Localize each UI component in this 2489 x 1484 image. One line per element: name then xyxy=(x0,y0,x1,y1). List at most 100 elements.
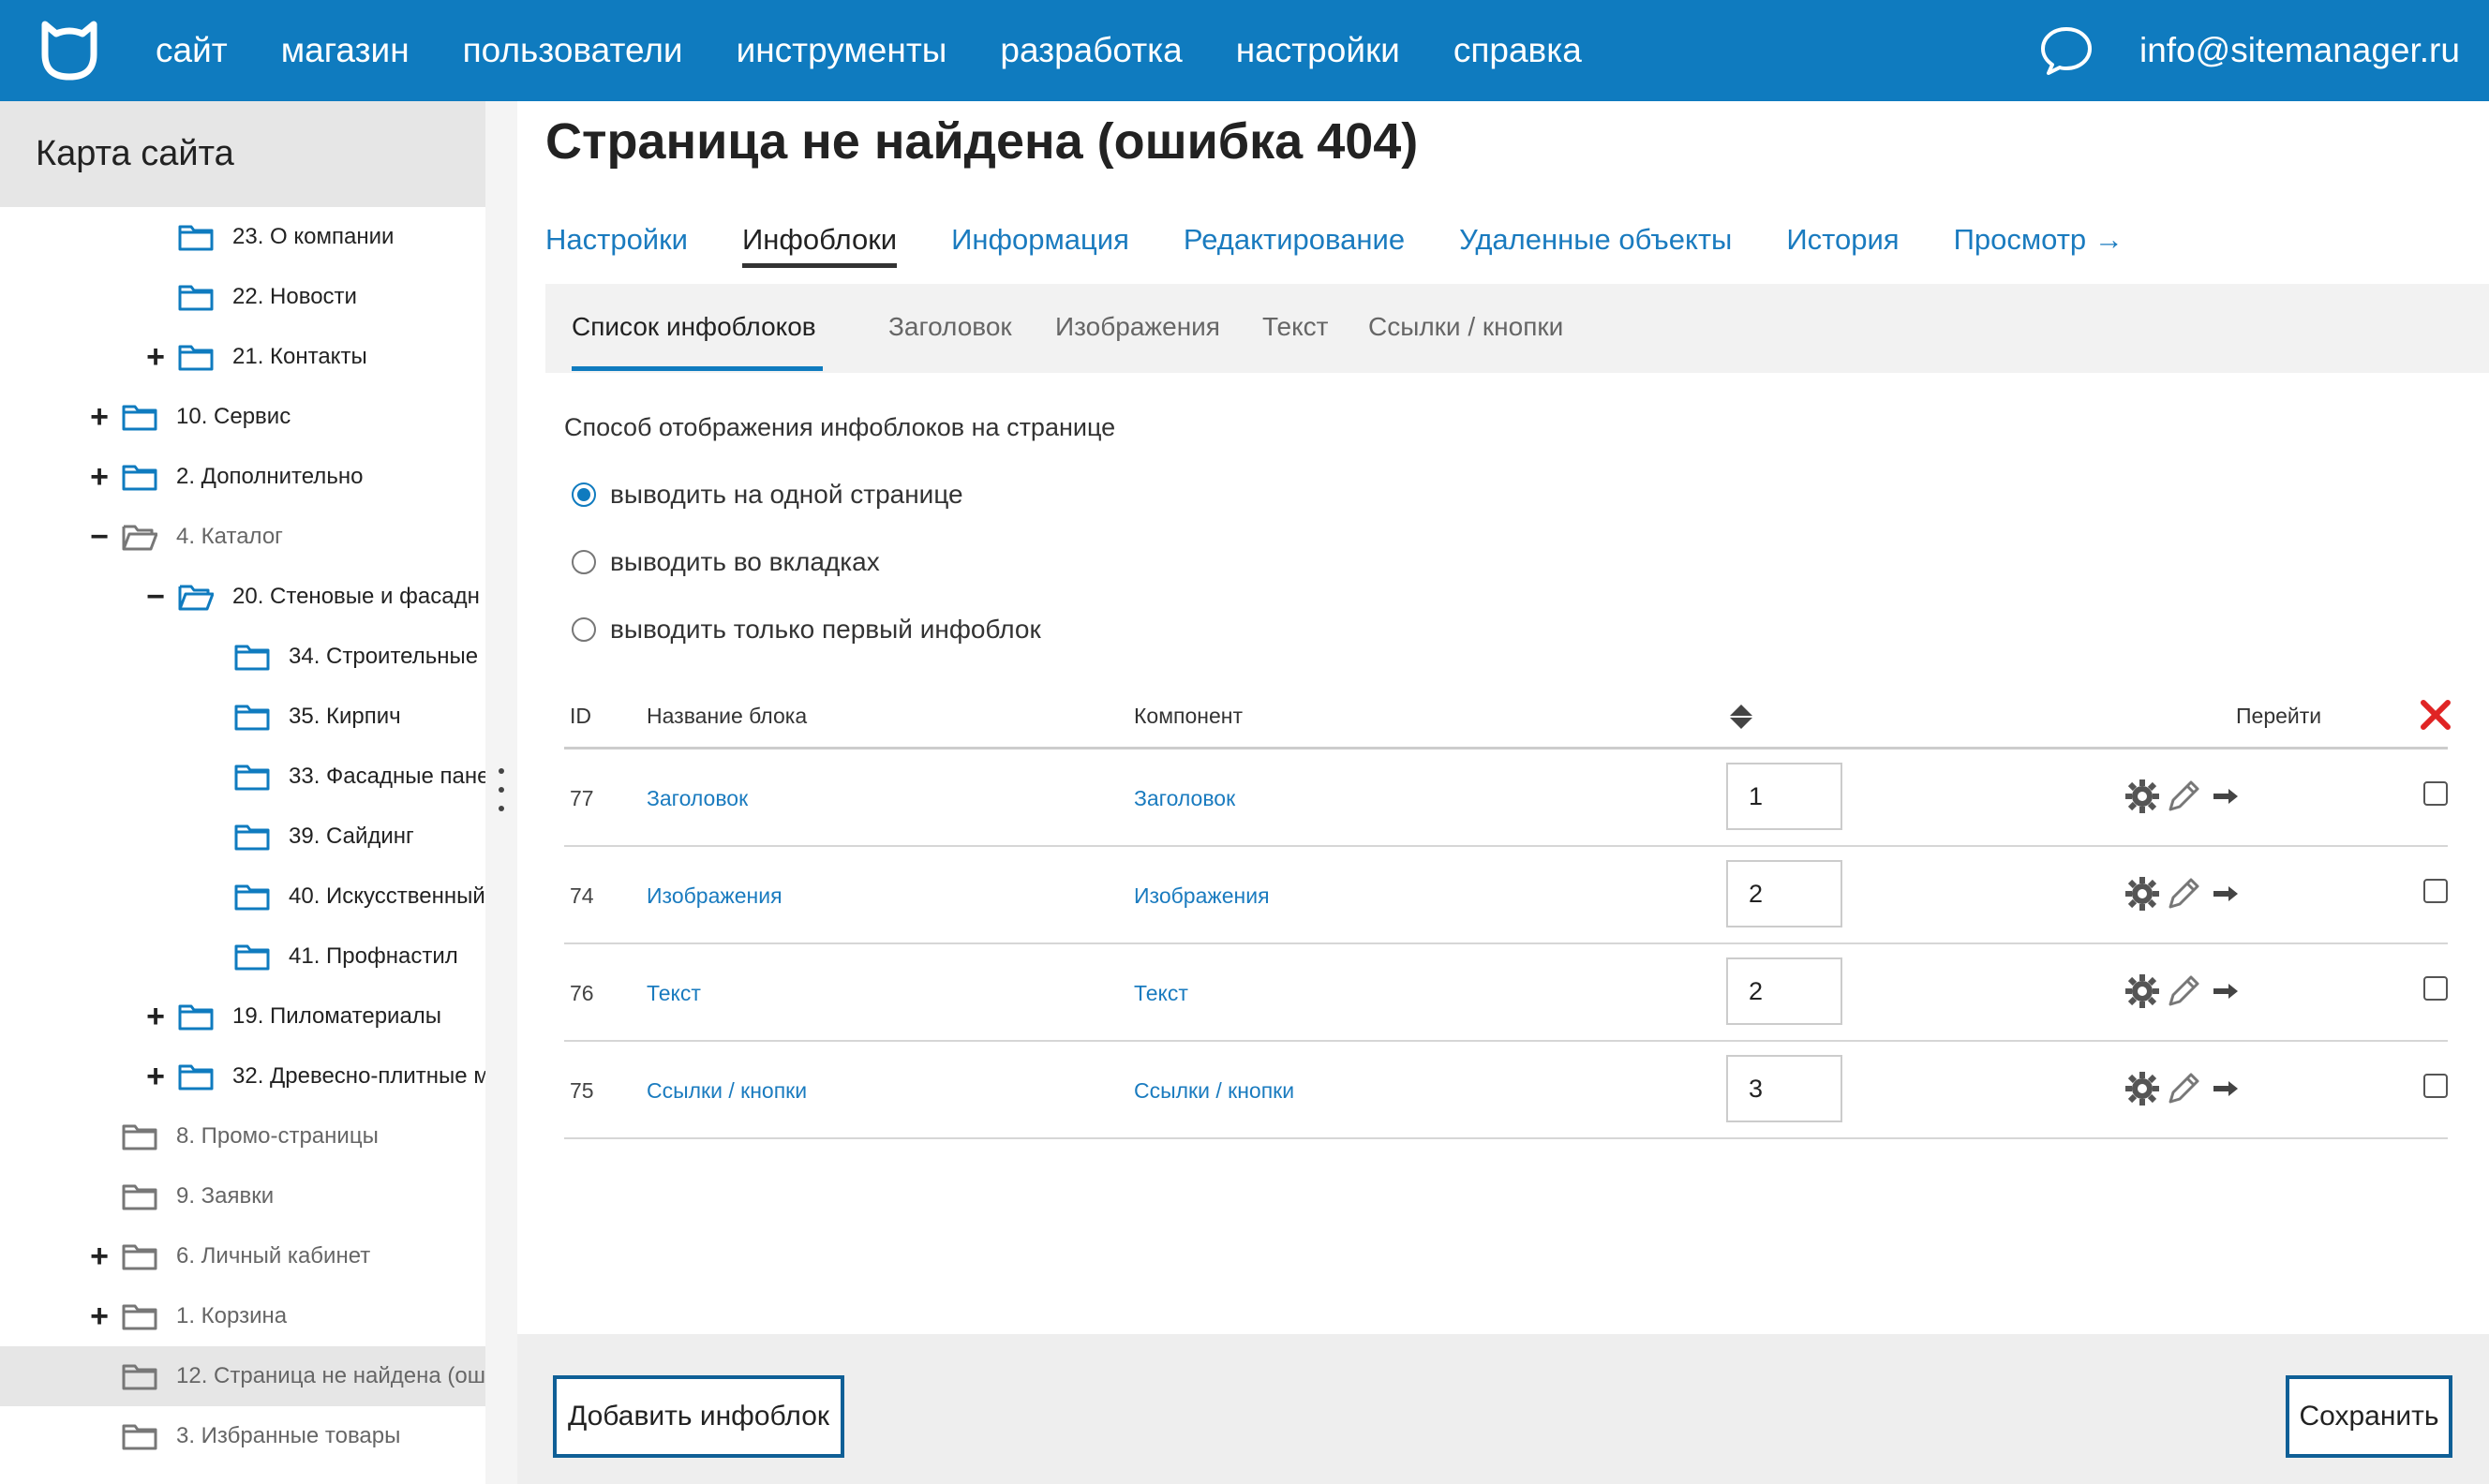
arrow-right-icon[interactable] xyxy=(2208,972,2245,1010)
nav-help[interactable]: справка xyxy=(1453,31,1582,70)
row-component-link[interactable]: Текст xyxy=(1134,944,1188,1042)
expand-icon[interactable]: + xyxy=(142,998,169,1035)
tab-settings[interactable]: Настройки xyxy=(545,212,688,268)
gear-icon[interactable] xyxy=(2124,1070,2161,1107)
tree-item[interactable]: 39. Сайдинг xyxy=(0,807,485,867)
gear-icon[interactable] xyxy=(2124,972,2161,1010)
tree-item[interactable]: 8. Промо-страницы xyxy=(0,1106,485,1166)
radio-button[interactable] xyxy=(572,550,596,574)
tab-deleted-objects[interactable]: Удаленные объекты xyxy=(1459,212,1732,268)
row-component-link[interactable]: Заголовок xyxy=(1134,749,1235,847)
row-component-link[interactable]: Ссылки / кнопки xyxy=(1134,1042,1294,1139)
tree-item[interactable]: +10. Сервис xyxy=(0,387,485,447)
expand-icon[interactable]: + xyxy=(86,398,112,436)
tree-item[interactable]: 12. Страница не найдена (ош xyxy=(0,1346,485,1406)
display-option-single-page[interactable]: выводить на одной странице xyxy=(572,476,963,513)
expand-icon[interactable]: + xyxy=(142,1058,169,1095)
tree-item-label[interactable]: 32. Древесно-плитные м xyxy=(232,1046,485,1106)
tree-item-label[interactable]: 23. О компании xyxy=(232,207,394,267)
display-option-first-only[interactable]: выводить только первый инфоблок xyxy=(572,611,1041,648)
subtab-images[interactable]: Изображения xyxy=(1055,284,1220,370)
row-name-link[interactable]: Ссылки / кнопки xyxy=(647,1042,807,1139)
tree-item[interactable]: 40. Искусственный xyxy=(0,867,485,927)
collapse-icon[interactable]: − xyxy=(142,578,169,616)
subtab-infoblock-list[interactable]: Список инфоблоков xyxy=(572,284,816,370)
expand-icon[interactable]: + xyxy=(86,458,112,496)
delete-x-icon[interactable] xyxy=(2420,699,2452,731)
tree-item[interactable]: +2. Дополнительно xyxy=(0,447,485,507)
row-name-link[interactable]: Текст xyxy=(647,944,701,1042)
radio-button[interactable] xyxy=(572,482,596,507)
order-input[interactable] xyxy=(1726,1055,1842,1122)
row-name-link[interactable]: Изображения xyxy=(647,847,782,944)
tree-item[interactable]: − 20. Стеновые и фасадн xyxy=(0,567,485,627)
chat-icon[interactable] xyxy=(2039,24,2094,77)
tree-item-label[interactable]: 34. Строительные xyxy=(289,627,478,687)
order-input[interactable] xyxy=(1726,763,1842,830)
pencil-icon[interactable] xyxy=(2165,1070,2202,1107)
arrow-right-icon[interactable] xyxy=(2208,778,2245,815)
tree-item[interactable]: 35. Кирпич xyxy=(0,687,485,747)
nav-settings[interactable]: настройки xyxy=(1236,31,1400,70)
tree-item-label[interactable]: 35. Кирпич xyxy=(289,687,401,747)
tree-item[interactable]: 22. Новости xyxy=(0,267,485,327)
nav-users[interactable]: пользователи xyxy=(463,31,683,70)
row-component-link[interactable]: Изображения xyxy=(1134,847,1270,944)
tree-item-label[interactable]: 12. Страница не найдена (ош xyxy=(176,1346,485,1406)
expand-icon[interactable]: + xyxy=(86,1298,112,1335)
order-input[interactable] xyxy=(1726,860,1842,928)
tab-history[interactable]: История xyxy=(1786,212,1899,268)
tree-item-label[interactable]: 2. Дополнительно xyxy=(176,447,363,507)
tree-item[interactable]: +19. Пиломатериалы xyxy=(0,987,485,1046)
save-button[interactable]: Сохранить xyxy=(2286,1375,2452,1458)
row-delete-checkbox[interactable] xyxy=(2423,976,2448,1001)
radio-label[interactable]: выводить во вкладках xyxy=(610,547,880,577)
sidebar-splitter[interactable] xyxy=(485,101,517,1484)
tree-item[interactable]: − 4. Каталог xyxy=(0,507,485,567)
tree-item[interactable]: 34. Строительные xyxy=(0,627,485,687)
tree-item[interactable]: 33. Фасадные пане xyxy=(0,747,485,807)
tree-item-label[interactable]: 19. Пиломатериалы xyxy=(232,987,441,1046)
tree-item[interactable]: +1. Корзина xyxy=(0,1286,485,1346)
collapse-icon[interactable]: − xyxy=(86,518,112,556)
tab-information[interactable]: Информация xyxy=(951,212,1129,268)
row-name-link[interactable]: Заголовок xyxy=(647,749,748,847)
tree-item-label[interactable]: 6. Личный кабинет xyxy=(176,1226,370,1286)
subtab-links-buttons[interactable]: Ссылки / кнопки xyxy=(1368,284,1563,370)
tree-item-label[interactable]: 9. Заявки xyxy=(176,1166,274,1226)
radio-label[interactable]: выводить на одной странице xyxy=(610,480,963,510)
order-input[interactable] xyxy=(1726,957,1842,1025)
tab-preview[interactable]: Просмотр → xyxy=(1954,212,2124,268)
row-delete-checkbox[interactable] xyxy=(2423,781,2448,806)
tree-item-label[interactable]: 40. Искусственный xyxy=(289,867,485,927)
subtab-heading[interactable]: Заголовок xyxy=(888,284,1012,370)
add-infoblock-button[interactable]: Добавить инфоблок xyxy=(553,1375,844,1458)
pencil-icon[interactable] xyxy=(2165,875,2202,913)
tree-item-label[interactable]: 8. Промо-страницы xyxy=(176,1106,379,1166)
radio-button[interactable] xyxy=(572,617,596,642)
user-email[interactable]: info@sitemanager.ru xyxy=(2139,0,2460,101)
tree-item[interactable]: +21. Контакты xyxy=(0,327,485,387)
tree-item[interactable]: 3. Избранные товары xyxy=(0,1406,485,1466)
subtab-text[interactable]: Текст xyxy=(1262,284,1329,370)
row-delete-checkbox[interactable] xyxy=(2423,1074,2448,1098)
tab-editing[interactable]: Редактирование xyxy=(1184,212,1405,268)
nav-shop[interactable]: магазин xyxy=(281,31,410,70)
tree-item-label[interactable]: 4. Каталог xyxy=(176,507,283,567)
pencil-icon[interactable] xyxy=(2165,778,2202,815)
tree-item-label[interactable]: 20. Стеновые и фасадн xyxy=(232,567,480,627)
tree-item-label[interactable]: 10. Сервис xyxy=(176,387,291,447)
row-delete-checkbox[interactable] xyxy=(2423,879,2448,903)
arrow-right-icon[interactable] xyxy=(2208,875,2245,913)
tree-item-label[interactable]: 33. Фасадные пане xyxy=(289,747,485,807)
gear-icon[interactable] xyxy=(2124,778,2161,815)
tree-item[interactable]: 23. О компании xyxy=(0,207,485,267)
tab-infoblocks[interactable]: Инфоблоки xyxy=(742,212,898,268)
tree-item-label[interactable]: 39. Сайдинг xyxy=(289,807,414,867)
arrow-right-icon[interactable] xyxy=(2208,1070,2245,1107)
expand-icon[interactable]: + xyxy=(86,1238,112,1275)
tree-item-label[interactable]: 41. Профнастил xyxy=(289,927,458,987)
tree-item-label[interactable]: 1. Корзина xyxy=(176,1286,287,1346)
tree-item[interactable]: 9. Заявки xyxy=(0,1166,485,1226)
sort-icon[interactable] xyxy=(1728,703,1754,731)
